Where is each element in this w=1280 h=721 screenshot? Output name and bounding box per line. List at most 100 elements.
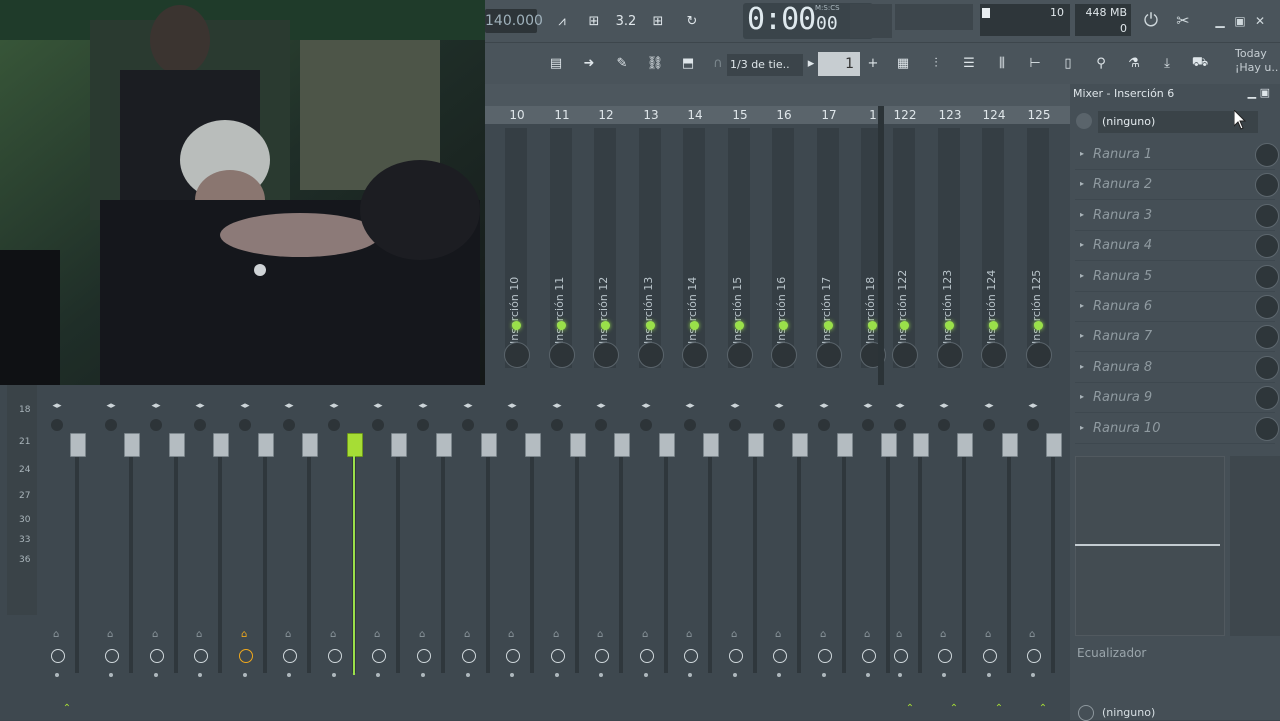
record-arm-icon[interactable]: ⌂	[330, 629, 338, 641]
plugin-icon[interactable]: ⚲	[1088, 51, 1114, 75]
output-selector[interactable]: (ninguno)	[1102, 706, 1155, 719]
volume-fader[interactable]	[913, 433, 929, 457]
volume-fader[interactable]	[347, 433, 363, 457]
record-arm-icon[interactable]: ⌂	[1029, 629, 1037, 641]
brush-icon[interactable]: ✎	[609, 51, 635, 75]
route-dot[interactable]	[987, 673, 991, 677]
track-enable-led[interactable]	[735, 321, 744, 330]
volume-knob[interactable]	[417, 419, 429, 431]
route-dot[interactable]	[599, 673, 603, 677]
delay-icon[interactable]	[51, 649, 65, 663]
record-arm-icon[interactable]: ⌂	[731, 629, 739, 641]
volume-knob[interactable]	[462, 419, 474, 431]
route-dot[interactable]	[1031, 673, 1035, 677]
stereo-arrow-icon[interactable]: ◂▸	[938, 401, 950, 411]
volume-knob[interactable]	[51, 419, 63, 431]
record-arm-icon[interactable]: ⌂	[196, 629, 204, 641]
volume-knob[interactable]	[105, 419, 117, 431]
route-dot[interactable]	[198, 673, 202, 677]
stereo-arrow-icon[interactable]: ◂▸	[729, 401, 741, 411]
volume-knob[interactable]	[150, 419, 162, 431]
stereo-arrow-icon[interactable]: ◂▸	[150, 401, 162, 411]
delay-icon[interactable]	[773, 649, 787, 663]
slot-mix-knob[interactable]	[1255, 295, 1279, 319]
route-dot[interactable]	[942, 673, 946, 677]
volume-knob[interactable]	[551, 419, 563, 431]
delay-icon[interactable]	[506, 649, 520, 663]
record-arm-icon[interactable]: ⌂	[508, 629, 516, 641]
route-dot[interactable]	[688, 673, 692, 677]
effect-slot[interactable]: ▸ Ranura 6	[1075, 293, 1279, 322]
route-dot[interactable]	[822, 673, 826, 677]
expand-chevron-icon[interactable]: ▸	[1080, 331, 1084, 340]
slot-mix-knob[interactable]	[1255, 234, 1279, 259]
route-dot[interactable]	[866, 673, 870, 677]
snap-selector[interactable]: 1/3 de tie..	[727, 54, 803, 76]
pan-knob[interactable]	[892, 342, 918, 368]
volume-knob[interactable]	[684, 419, 696, 431]
volume-knob[interactable]	[1027, 419, 1039, 431]
volume-fader[interactable]	[258, 433, 274, 457]
master-fader[interactable]	[70, 433, 86, 457]
slot-mix-knob[interactable]	[1255, 386, 1279, 411]
send-arrow-icon[interactable]: ⌃	[948, 703, 960, 714]
volume-fader[interactable]	[659, 433, 675, 457]
volume-fader[interactable]	[391, 433, 407, 457]
track-enable-led[interactable]	[1034, 321, 1043, 330]
volume-fader[interactable]	[302, 433, 318, 457]
wait-record-icon[interactable]: ⊞	[581, 9, 607, 33]
news-panel[interactable]: Today ¡Hay u..	[1235, 47, 1280, 81]
delay-icon[interactable]	[640, 649, 654, 663]
delay-icon[interactable]	[818, 649, 832, 663]
route-dot[interactable]	[332, 673, 336, 677]
stereo-arrow-icon[interactable]: ◂▸	[818, 401, 830, 411]
track-enable-led[interactable]	[868, 321, 877, 330]
volume-knob[interactable]	[773, 419, 785, 431]
slot-mix-knob[interactable]	[1255, 355, 1279, 380]
delay-icon[interactable]	[194, 649, 208, 663]
stereo-arrow-icon[interactable]: ◂▸	[417, 401, 429, 411]
delay-icon[interactable]	[105, 649, 119, 663]
route-dot[interactable]	[55, 673, 59, 677]
volume-fader[interactable]	[169, 433, 185, 457]
track-enable-led[interactable]	[945, 321, 954, 330]
pan-knob[interactable]	[1026, 342, 1052, 368]
expand-chevron-icon[interactable]: ▸	[1080, 240, 1084, 249]
record-arm-icon[interactable]: ⌂	[285, 629, 293, 641]
expand-chevron-icon[interactable]: ▸	[1080, 179, 1084, 188]
volume-fader[interactable]	[792, 433, 808, 457]
pan-knob[interactable]	[771, 342, 797, 368]
volume-knob[interactable]	[640, 419, 652, 431]
pan-knob[interactable]	[981, 342, 1007, 368]
volume-knob[interactable]	[729, 419, 741, 431]
route-dot[interactable]	[898, 673, 902, 677]
pan-knob[interactable]	[816, 342, 842, 368]
mic-icon[interactable]: ⚗	[1121, 51, 1147, 75]
route-dot[interactable]	[555, 673, 559, 677]
track-enable-led[interactable]	[557, 321, 566, 330]
delay-icon[interactable]	[283, 649, 297, 663]
stereo-arrow-icon[interactable]: ◂▸	[372, 401, 384, 411]
delay-icon[interactable]	[1027, 649, 1041, 663]
record-arm-icon[interactable]: ⌂	[419, 629, 427, 641]
channel-rack-icon[interactable]: ☰	[956, 51, 982, 75]
stereo-arrow-icon[interactable]: ◂▸	[862, 401, 874, 411]
record-arm-icon[interactable]: ⌂	[896, 629, 904, 641]
stereo-arrow-icon[interactable]: ◂▸	[684, 401, 696, 411]
delay-icon[interactable]	[729, 649, 743, 663]
step-edit-icon[interactable]: ⊞	[645, 9, 671, 33]
delay-icon[interactable]	[372, 649, 386, 663]
stereo-arrow-icon[interactable]: ◂▸	[595, 401, 607, 411]
stereo-arrow-icon[interactable]: ◂▸	[506, 401, 518, 411]
panel-window-buttons[interactable]: ▁ ▣	[1248, 86, 1270, 99]
record-arm-icon[interactable]: ⌂	[864, 629, 872, 641]
send-arrow-icon[interactable]: ⌃	[993, 703, 1005, 714]
track-enable-led[interactable]	[900, 321, 909, 330]
stereo-arrow-icon[interactable]: ◂▸	[239, 401, 251, 411]
delay-icon[interactable]	[150, 649, 164, 663]
panic-icon[interactable]: ⏻	[1142, 12, 1160, 30]
track-enable-led[interactable]	[989, 321, 998, 330]
browser-icon[interactable]: ⊢	[1022, 51, 1048, 75]
effect-slot[interactable]: ▸ Ranura 3	[1075, 202, 1279, 231]
expand-chevron-icon[interactable]: ▸	[1080, 210, 1084, 219]
